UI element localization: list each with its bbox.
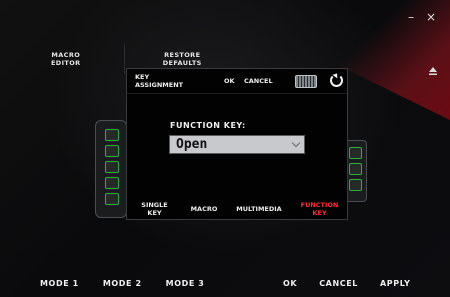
ok-button[interactable]: OK xyxy=(283,279,297,288)
window-controls: – × xyxy=(408,10,440,24)
apply-button[interactable]: APPLY xyxy=(380,279,411,288)
mode-2-button[interactable]: MODE 2 xyxy=(103,279,142,288)
restore-defaults-label: RESTORE DEFAULTS xyxy=(162,51,202,67)
function-key-label: FUNCTION KEY: xyxy=(170,121,246,130)
dialog-ok-button[interactable]: OK xyxy=(224,77,235,85)
side-key[interactable] xyxy=(105,193,119,205)
side-key[interactable] xyxy=(105,177,119,189)
tab-macro[interactable]: MACRO xyxy=(182,205,226,213)
refresh-icon[interactable] xyxy=(330,74,343,87)
dialog-header: KEY ASSIGNMENT OK CANCEL xyxy=(127,69,347,94)
mode-1-button[interactable]: MODE 1 xyxy=(40,279,79,288)
function-key-select[interactable]: Open xyxy=(169,135,305,154)
mode-3-button[interactable]: MODE 3 xyxy=(166,279,205,288)
macro-editor-label: MACRO EDITOR xyxy=(50,51,81,67)
side-key[interactable] xyxy=(105,161,119,173)
side-key[interactable] xyxy=(349,147,362,159)
mouse-left-keys-panel xyxy=(95,120,127,218)
minimize-button[interactable]: – xyxy=(408,10,418,24)
function-key-value: Open xyxy=(176,137,208,152)
tab-single-key[interactable]: SINGLE KEY xyxy=(127,201,182,217)
side-key[interactable] xyxy=(349,179,362,191)
key-assignment-dialog: KEY ASSIGNMENT OK CANCEL FUNCTION KEY: O… xyxy=(126,68,348,220)
macro-editor-tab[interactable]: MACRO EDITOR xyxy=(8,44,125,74)
dialog-tabs: SINGLE KEY MACRO MULTIMEDIA FUNCTION KEY xyxy=(127,199,347,219)
side-key[interactable] xyxy=(105,145,119,157)
side-key[interactable] xyxy=(105,129,119,141)
dialog-cancel-button[interactable]: CANCEL xyxy=(244,77,273,85)
mode-selector: MODE 1 MODE 2 MODE 3 xyxy=(40,279,228,288)
dialog-title: KEY ASSIGNMENT xyxy=(135,73,184,89)
close-button[interactable]: × xyxy=(426,10,440,24)
chevron-down-icon xyxy=(291,138,301,148)
tab-multimedia[interactable]: MULTIMEDIA xyxy=(226,205,292,213)
side-key[interactable] xyxy=(349,163,362,175)
keyboard-icon[interactable] xyxy=(295,75,317,88)
bottom-actions: OK CANCEL APPLY xyxy=(283,279,433,288)
cancel-button[interactable]: CANCEL xyxy=(319,279,358,288)
tab-function-key[interactable]: FUNCTION KEY xyxy=(292,201,347,217)
eject-icon[interactable] xyxy=(428,66,438,76)
